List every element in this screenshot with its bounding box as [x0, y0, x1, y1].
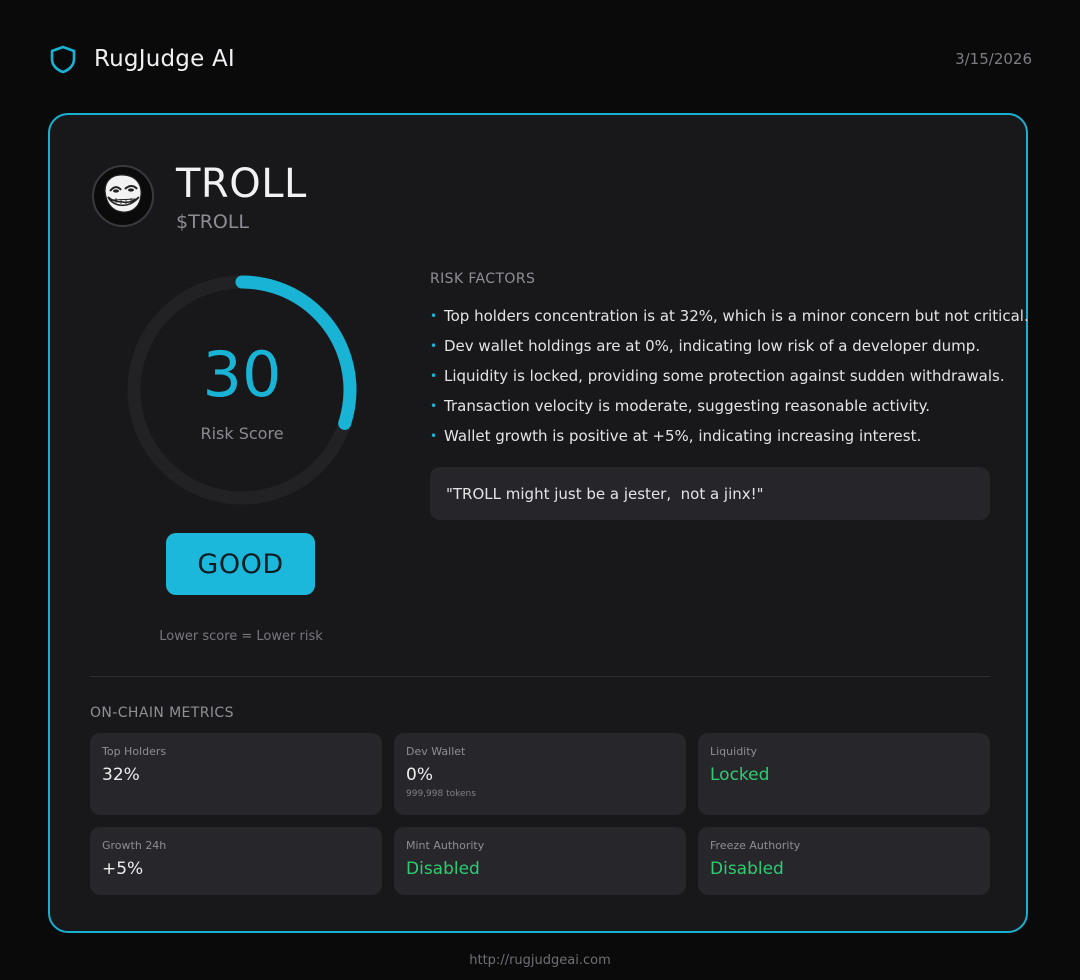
- risk-score-label: Risk Score: [200, 424, 284, 443]
- metric-label: Liquidity: [710, 745, 758, 758]
- bullet-icon: •: [430, 429, 438, 443]
- verdict-badge: GOOD: [166, 533, 315, 595]
- metric-label: Dev Wallet: [406, 745, 466, 758]
- metric-value: Locked: [710, 765, 770, 785]
- metrics-grid: Top Holders 32% Dev Wallet 0% 999,998 to…: [90, 733, 990, 895]
- report-card: TROLL $TROLL 30 Risk Score GOOD Lower sc…: [48, 113, 1029, 933]
- token-avatar: [92, 165, 154, 227]
- risk-factor-item: • Wallet growth is positive at +5%, indic…: [430, 421, 1000, 451]
- score-hint: Lower score = Lower risk: [159, 629, 323, 644]
- metric-liquidity: Liquidity Locked: [698, 733, 990, 815]
- risk-factor-item: • Transaction velocity is moderate, sugge…: [430, 391, 1000, 421]
- shield-icon: [48, 44, 78, 74]
- brand[interactable]: RugJudge AI: [48, 44, 235, 74]
- metric-label: Growth 24h: [102, 839, 167, 852]
- risk-score-value: 30: [202, 338, 282, 411]
- bullet-icon: •: [430, 399, 438, 413]
- metric-dev-wallet: Dev Wallet 0% 999,998 tokens: [394, 733, 686, 815]
- metric-value: +5%: [102, 859, 144, 879]
- token-ticker: $TROLL: [176, 211, 250, 233]
- metric-value: 0%: [406, 765, 433, 785]
- metric-growth-24h: Growth 24h +5%: [90, 827, 382, 895]
- token-name: TROLL: [176, 161, 307, 207]
- app-name: RugJudge AI: [94, 46, 235, 72]
- risk-factor-item: • Liquidity is locked, providing some pro…: [430, 361, 1005, 391]
- token-header: TROLL $TROLL: [92, 161, 307, 233]
- bullet-icon: •: [430, 339, 438, 353]
- metric-label: Freeze Authority: [710, 839, 801, 852]
- metric-label: Top Holders: [102, 745, 167, 758]
- metric-value: Disabled: [710, 859, 784, 879]
- risk-factor-item: • Dev wallet holdings are at 0%, indicati…: [430, 331, 1000, 361]
- risk-score-gauge: 30 Risk Score: [122, 270, 362, 510]
- footer-url[interactable]: http://rugjudgeai.com: [0, 953, 1080, 968]
- metric-subtext: 999,998 tokens: [406, 789, 476, 799]
- verdict-quote: "TROLL might just be a jester, not a jin…: [430, 467, 990, 520]
- metric-value: 32%: [102, 765, 140, 785]
- metric-mint-authority: Mint Authority Disabled: [394, 827, 686, 895]
- risk-factor-item: • Top holders concentration is at 32%, wh…: [430, 301, 1029, 331]
- bullet-icon: •: [430, 309, 438, 323]
- troll-face-icon: [96, 167, 150, 225]
- metric-value: Disabled: [406, 859, 480, 879]
- divider: [90, 676, 990, 677]
- metric-label: Mint Authority: [406, 839, 485, 852]
- metric-freeze-authority: Freeze Authority Disabled: [698, 827, 990, 895]
- report-date: 3/15/2026: [955, 50, 1032, 68]
- risk-factors: RISK FACTORS • Top holders concentration …: [430, 271, 1029, 451]
- risk-factors-title: RISK FACTORS: [430, 271, 536, 287]
- risk-factor-list: • Top holders concentration is at 32%, wh…: [430, 301, 1029, 451]
- metrics-title: ON-CHAIN METRICS: [90, 705, 234, 721]
- metric-top-holders: Top Holders 32%: [90, 733, 382, 815]
- header: RugJudge AI 3/15/2026: [48, 44, 1032, 88]
- bullet-icon: •: [430, 369, 438, 383]
